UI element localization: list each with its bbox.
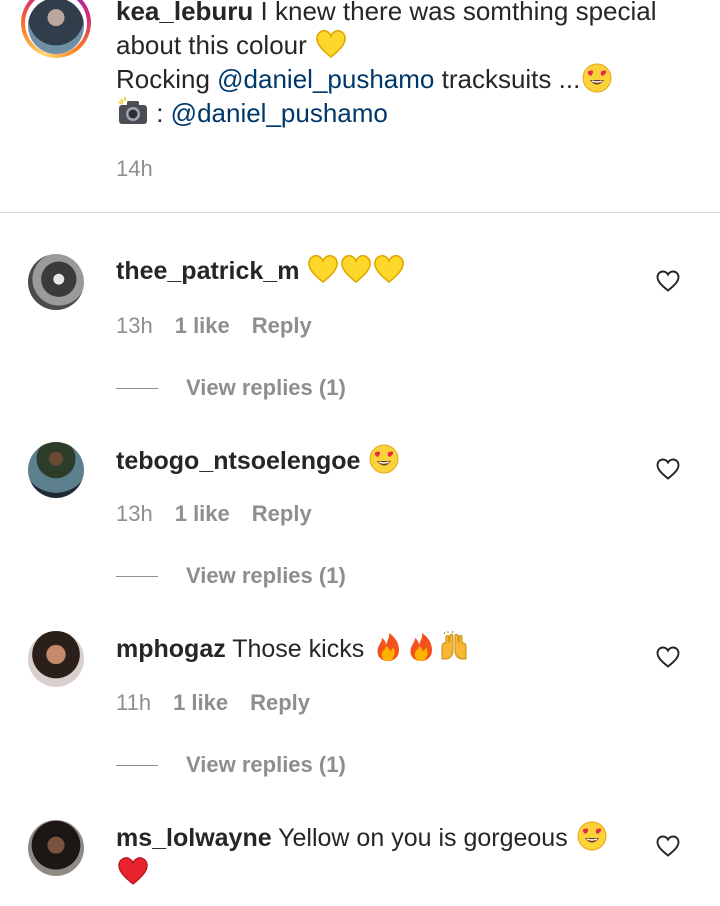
comment-username[interactable]: ms_lolwayne: [116, 824, 272, 852]
replies-line: [116, 764, 158, 766]
reply-button[interactable]: Reply: [252, 501, 312, 527]
comment-meta: 11h 1 like Reply: [116, 690, 310, 716]
view-replies-button[interactable]: View replies (1): [116, 752, 346, 778]
like-count[interactable]: 1 like: [173, 690, 228, 716]
comment-timestamp: 13h: [116, 501, 153, 526]
reply-button[interactable]: Reply: [250, 690, 310, 716]
caption-line1: I knew there was somthing special: [260, 0, 657, 26]
heart-outline-icon[interactable]: [656, 646, 680, 668]
heart-eyes-emoji: [368, 443, 400, 475]
mention-link[interactable]: @daniel_pushamo: [171, 98, 388, 128]
fire-emoji: [405, 631, 437, 663]
avatar[interactable]: [28, 0, 84, 54]
comment-username[interactable]: thee_patrick_m: [116, 257, 299, 285]
heart-outline-icon[interactable]: [656, 458, 680, 480]
comment-body: Those kicks: [232, 635, 365, 663]
like-count[interactable]: 1 like: [175, 313, 230, 339]
post-caption: kea_leburu I knew there was somthing spe…: [0, 0, 720, 213]
comment-username[interactable]: mphogaz: [116, 635, 226, 663]
camera-flash-emoji: [117, 96, 149, 128]
comment-text: ms_lolwayne Yellow on you is gorgeous: [116, 820, 636, 890]
divider: [0, 212, 720, 213]
caption-line2: about this colour: [116, 30, 307, 60]
view-replies-button[interactable]: View replies (1): [116, 563, 346, 589]
comment-body: Yellow on you is gorgeous: [278, 824, 568, 852]
comment-text: tebogo_ntsoelengoe: [116, 443, 636, 478]
comment-timestamp: 13h: [116, 313, 153, 338]
heart-outline-icon[interactable]: [656, 270, 680, 292]
view-replies-label: View replies (1): [186, 563, 346, 588]
caption-line3-prefix: Rocking: [116, 64, 218, 94]
caption-line4-sep: :: [149, 98, 171, 128]
comment-meta: 13h 1 like Reply: [116, 313, 312, 339]
heart-eyes-emoji: [581, 62, 613, 94]
replies-line: [116, 575, 158, 577]
comment-text: mphogaz Those kicks: [116, 631, 636, 666]
fire-emoji: [372, 631, 404, 663]
heart-eyes-emoji: [576, 820, 608, 852]
yellow-heart-emoji: [307, 253, 339, 285]
yellow-heart-emoji: [315, 28, 347, 60]
comment-text: thee_patrick_m: [116, 253, 636, 288]
replies-line: [116, 387, 158, 389]
caption-text: kea_leburu I knew there was somthing spe…: [116, 0, 696, 130]
yellow-heart-emoji: [340, 253, 372, 285]
like-count[interactable]: 1 like: [175, 501, 230, 527]
red-heart-emoji: [117, 855, 149, 887]
avatar[interactable]: [28, 254, 84, 310]
avatar[interactable]: [28, 631, 84, 687]
comment-timestamp: 11h: [116, 690, 152, 715]
caption-timestamp: 14h: [116, 156, 153, 181]
comment-meta: 13h 1 like Reply: [116, 501, 312, 527]
avatar[interactable]: [28, 442, 84, 498]
mention-link[interactable]: @daniel_pushamo: [217, 64, 434, 94]
yellow-heart-emoji: [373, 253, 405, 285]
view-replies-button[interactable]: View replies (1): [116, 375, 346, 401]
heart-outline-icon[interactable]: [656, 835, 680, 857]
comment-username[interactable]: tebogo_ntsoelengoe: [116, 447, 360, 475]
avatar[interactable]: [28, 820, 84, 876]
caption-line3-suffix: tracksuits ...: [434, 64, 581, 94]
view-replies-label: View replies (1): [186, 375, 346, 400]
caption-username[interactable]: kea_leburu: [116, 0, 253, 26]
view-replies-label: View replies (1): [186, 752, 346, 777]
reply-button[interactable]: Reply: [252, 313, 312, 339]
raised-hands-emoji: [438, 631, 470, 663]
